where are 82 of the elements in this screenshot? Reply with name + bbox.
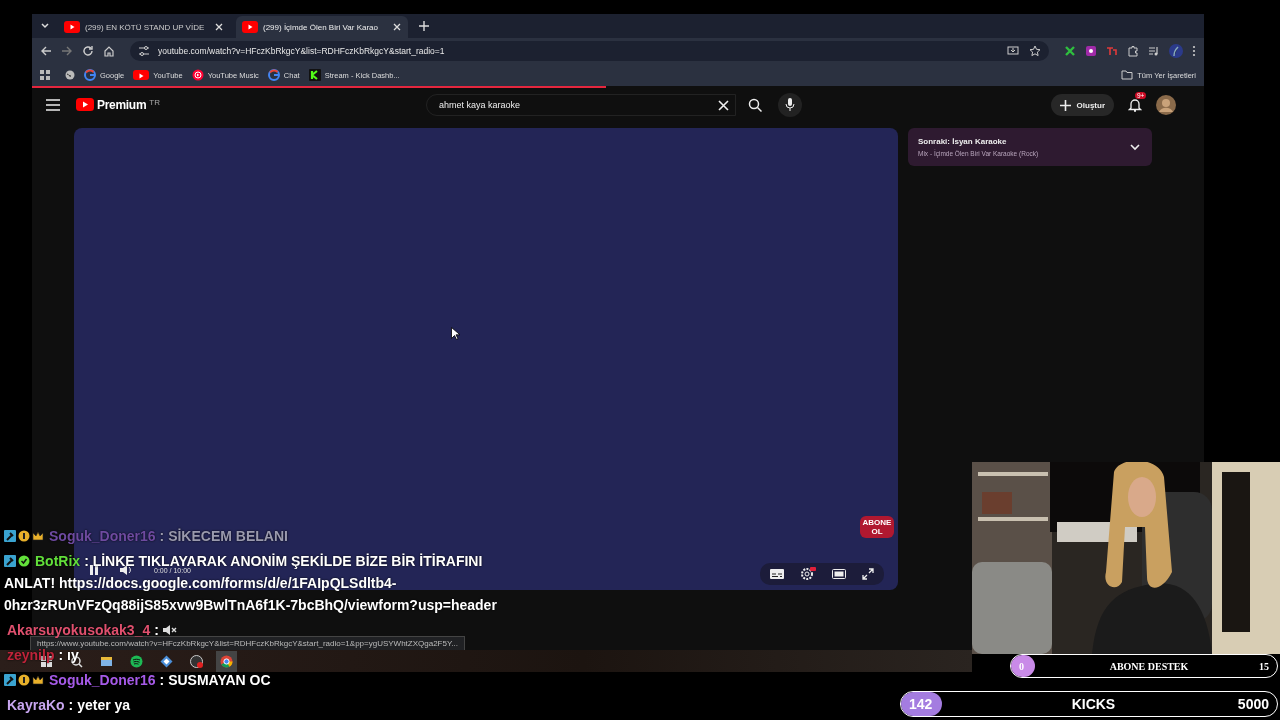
apps-grid-icon[interactable] [40, 70, 50, 80]
goal-current: 0 [1019, 660, 1025, 672]
music-play-icon [191, 69, 204, 81]
mouse-pointer-icon [451, 327, 460, 340]
kick-icon [308, 69, 321, 81]
globe-icon[interactable] [65, 70, 75, 80]
voice-search-button[interactable] [778, 93, 802, 117]
chat-username[interactable]: Akarsuyokusokak3_4 [7, 623, 151, 637]
tab-title: (299) İçimde Ölen Biri Var Karao [263, 22, 379, 32]
region-label: TR [149, 98, 160, 107]
bell-icon[interactable] [1128, 98, 1142, 112]
chat-message: : [154, 623, 159, 637]
crown-badge-icon [32, 674, 44, 686]
youtube-premium-logo[interactable]: Premium [97, 98, 147, 112]
home-icon[interactable] [103, 45, 115, 57]
mod-badge-icon [4, 530, 16, 542]
media-control-icon[interactable] [1148, 45, 1160, 57]
theater-mode-icon[interactable] [832, 569, 846, 579]
goal-label: ABONE DESTEK [1108, 660, 1190, 672]
goal-target: 15 [1259, 660, 1269, 672]
puzzle-icon[interactable] [1127, 45, 1139, 57]
plus-icon [1059, 99, 1071, 111]
google-icon [84, 69, 96, 81]
chevron-down-icon[interactable] [1130, 143, 1140, 151]
chat-username[interactable]: KayraKo [7, 698, 65, 712]
chat-message: : SİKECEM BELANI [159, 529, 288, 543]
close-icon[interactable] [392, 22, 402, 32]
pause-icon[interactable] [90, 565, 98, 575]
subscribe-badge[interactable]: ABONE OL [860, 516, 894, 538]
mod-badge-icon [4, 555, 16, 567]
chat-message: : SUSMAYAN OC [159, 673, 271, 687]
search-icon [748, 98, 762, 112]
volume-icon[interactable] [120, 565, 132, 575]
new-tab-icon[interactable] [418, 20, 430, 32]
clear-icon[interactable] [718, 99, 729, 111]
youtube-logo-icon[interactable] [76, 98, 94, 112]
microphone-icon [785, 98, 795, 112]
fullscreen-icon[interactable] [862, 568, 874, 580]
folder-icon[interactable] [100, 654, 113, 668]
bookmark-star-icon[interactable] [1029, 45, 1041, 57]
chat-message: 0hzr3zRUnVFzQq88ijS85xvw9BwlTnA6f1K-7bcBhQ/viewform?usp=header [4, 598, 497, 612]
youtube-icon [64, 20, 80, 34]
extension-icon[interactable] [1064, 45, 1076, 57]
install-icon[interactable] [1007, 45, 1019, 57]
menu-icon[interactable] [46, 99, 60, 111]
chat-message: : LİNKE TIKLAYARAK ANONİM ŞEKİLDE BİZE BİR İTİRAFINI [84, 554, 483, 568]
more-icon[interactable] [1192, 45, 1196, 57]
crown-badge-icon [32, 530, 44, 542]
goal-target: 5000 [1237, 696, 1269, 712]
avatar[interactable] [1156, 95, 1176, 115]
chat-message: : yeter ya [68, 698, 131, 712]
chat-message: ANLAT! https://docs.google.com/forms/d/e/1FAIpQLSdltb4- [4, 576, 397, 590]
up-next-title: Sonraki: İsyan Karaoke [918, 137, 1008, 146]
chat-username[interactable]: Soguk_Doner16 [49, 673, 156, 687]
google-icon [267, 69, 280, 81]
profile-avatar-icon[interactable] [1169, 44, 1183, 58]
subscriber-badge-icon [18, 530, 30, 542]
spotify-icon[interactable] [130, 654, 143, 668]
mod-badge-icon [4, 674, 16, 686]
browser-tab[interactable]: (299) İçimde Ölen Biri Var Karao [236, 16, 408, 38]
back-icon[interactable] [40, 45, 52, 57]
settings-icon[interactable] [800, 567, 816, 581]
create-button[interactable]: Oluştur [1050, 94, 1114, 116]
reload-icon[interactable] [82, 45, 94, 57]
address-bar[interactable]: youtube.com/watch?v=HFczKbRkgcY&list=RDHFczKbRkgcY&start_radio=1 [130, 41, 1049, 61]
subscriber-badge-icon [18, 674, 30, 686]
youtube-icon [242, 20, 258, 34]
folder-icon [1121, 70, 1134, 80]
goal-current: 142 [909, 696, 934, 712]
record-icon[interactable] [190, 654, 203, 668]
goal-label: KICKS [1070, 696, 1117, 712]
youtube-icon [133, 69, 150, 81]
app-icon[interactable] [160, 654, 173, 668]
extension-icon[interactable] [1085, 45, 1097, 57]
verified-badge-icon [18, 555, 30, 567]
site-settings-icon [138, 45, 150, 57]
chat-username[interactable]: BotRix [35, 554, 81, 568]
subtitles-icon[interactable] [770, 569, 784, 579]
forward-icon[interactable] [61, 45, 73, 57]
tab-title: (299) EN KÖTÜ STAND UP VİDE [85, 22, 206, 32]
browser-tab[interactable]: (299) EN KÖTÜ STAND UP VİDE [58, 16, 230, 38]
close-icon[interactable] [214, 22, 224, 32]
